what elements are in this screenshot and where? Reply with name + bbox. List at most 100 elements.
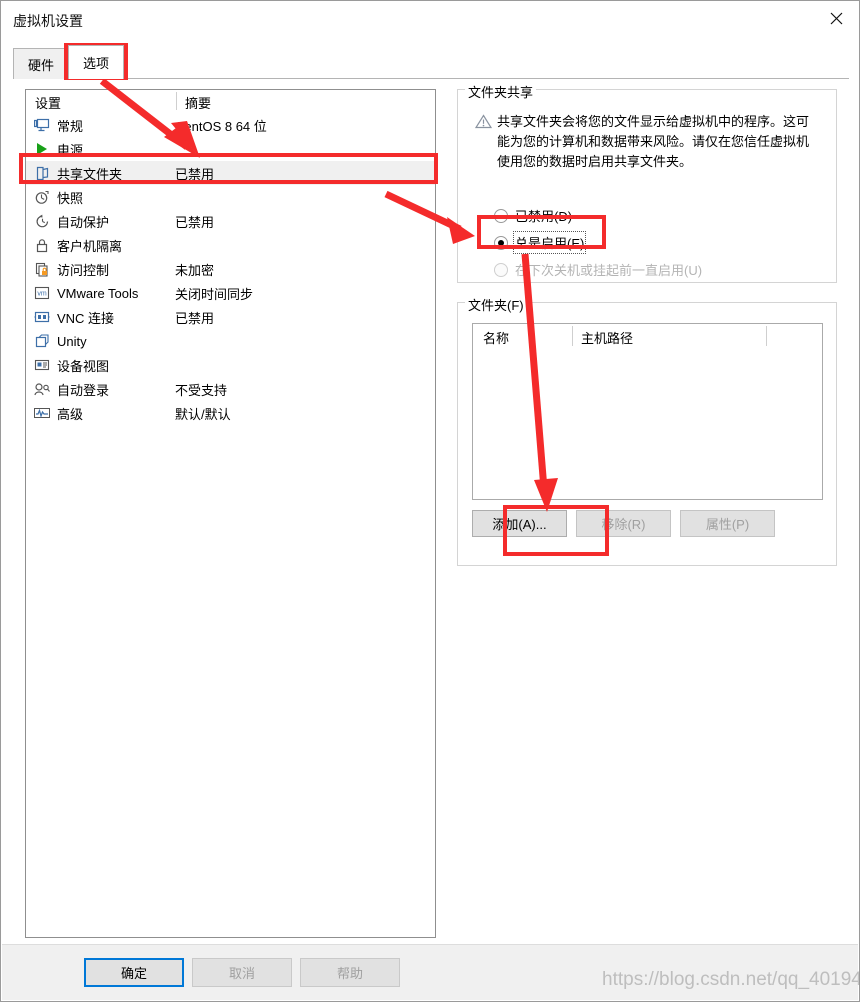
cancel-button-label: 取消 (228, 966, 255, 981)
list-item[interactable]: 设备视图 (26, 353, 435, 377)
radio-sharing-until-shutdown: 在下次关机或挂起前一直启用(U) (494, 260, 702, 279)
list-item-label: 共享文件夹 (57, 166, 123, 182)
tab-hardware-label: 硬件 (28, 57, 55, 73)
help-button[interactable]: 帮助 (300, 958, 400, 987)
vmware-tools-icon: vm (33, 284, 51, 302)
list-item[interactable]: 自动保护 已禁用 (26, 209, 435, 233)
remove-folder-button-label: 移除(R) (601, 517, 646, 532)
list-item-summary: 关闭时间同步 (175, 286, 254, 302)
settings-list[interactable]: 设置 摘要 常规 CentOS 8 64 位 电源 共享文件夹 已禁用 快照 自… (25, 89, 436, 938)
tab-options-label: 选项 (83, 56, 110, 71)
radio-label: 已禁用(D) (515, 209, 573, 224)
ok-button[interactable]: 确定 (84, 958, 184, 987)
list-item-label: VNC 连接 (57, 310, 115, 326)
ok-button-label: 确定 (120, 966, 147, 981)
list-item-label: VMware Tools (57, 285, 139, 301)
column-header-name: 设置 (35, 96, 62, 111)
list-item-label: Unity (57, 333, 87, 349)
snapshot-icon (33, 188, 51, 206)
svg-text:vm: vm (37, 291, 47, 298)
radio-indicator (494, 262, 508, 277)
list-item[interactable]: Unity (26, 329, 435, 353)
folders-button-row: 添加(A)... 移除(R) 属性(P) (472, 510, 823, 537)
radio-sharing-always-enabled[interactable]: 总是启用(E) (494, 231, 587, 254)
advanced-icon (33, 404, 51, 422)
unity-icon (33, 332, 51, 350)
list-item-shared-folders[interactable]: 共享文件夹 已禁用 (26, 161, 435, 185)
list-item[interactable]: vm VMware Tools 关闭时间同步 (26, 281, 435, 305)
list-item-summary: 不受支持 (175, 382, 228, 398)
lock-icon (33, 236, 51, 254)
folders-table-header: 名称 主机路径 (473, 324, 822, 348)
list-item[interactable]: 自动登录 不受支持 (26, 377, 435, 401)
help-button-label: 帮助 (336, 966, 363, 981)
add-folder-button-label: 添加(A)... (492, 517, 547, 532)
column-divider[interactable] (572, 326, 573, 346)
tab-hardware[interactable]: 硬件 (13, 48, 70, 79)
dialog-footer: 确定 取消 帮助 (2, 944, 858, 1000)
folders-group-title: 文件夹(F) (465, 295, 527, 314)
cancel-button[interactable]: 取消 (192, 958, 292, 987)
list-item[interactable]: 高级 默认/默认 (26, 401, 435, 425)
tab-options[interactable]: 选项 (68, 45, 125, 79)
list-item-summary: 默认/默认 (175, 406, 231, 422)
list-item-label: 设备视图 (57, 358, 110, 374)
list-item-label: 自动登录 (57, 382, 110, 398)
column-divider[interactable] (766, 326, 767, 346)
list-item-label: 电源 (57, 142, 84, 158)
list-item[interactable]: 快照 (26, 185, 435, 209)
radio-sharing-disabled[interactable]: 已禁用(D) (494, 206, 572, 225)
tab-strip: 硬件 选项 (13, 44, 849, 80)
list-item-summary: 已禁用 (175, 214, 215, 230)
close-icon[interactable] (813, 1, 859, 35)
access-control-icon (33, 260, 51, 278)
folder-properties-button: 属性(P) (680, 510, 775, 537)
folder-sharing-group-title: 文件夹共享 (465, 82, 537, 101)
device-view-icon (33, 356, 51, 374)
folders-group: 文件夹(F) 名称 主机路径 添加(A)... 移除(R) 属性(P) (457, 295, 837, 566)
monitor-icon (33, 116, 51, 134)
title-bar: 虚拟机设置 (1, 1, 859, 37)
list-item[interactable]: 电源 (26, 137, 435, 161)
list-item-label: 快照 (57, 190, 84, 206)
shared-folder-icon (33, 164, 51, 182)
sharing-warning: 共享文件夹会将您的文件显示给虚拟机中的程序。这可能为您的计算机和数据带来风险。请… (474, 112, 820, 172)
list-item-label: 高级 (57, 406, 84, 422)
folders-column-name: 名称 (483, 331, 510, 346)
folder-properties-button-label: 属性(P) (705, 517, 750, 532)
list-item[interactable]: VNC 连接 已禁用 (26, 305, 435, 329)
list-item-label: 客户机隔离 (57, 238, 123, 254)
folders-table[interactable]: 名称 主机路径 (472, 323, 823, 500)
warning-triangle-icon (474, 112, 497, 172)
vm-settings-dialog: 虚拟机设置 硬件 选项 设置 摘要 常规 CentOS 8 64 位 电源 共享… (0, 0, 860, 1002)
list-item-summary: 未加密 (175, 262, 215, 278)
radio-indicator (494, 208, 508, 223)
column-divider (176, 92, 177, 110)
page-title: 虚拟机设置 (13, 13, 83, 29)
autoprotect-clock-icon (33, 212, 51, 230)
tab-underline (13, 78, 849, 79)
radio-indicator (494, 235, 508, 250)
vnc-icon (33, 308, 51, 326)
list-item-label: 访问控制 (57, 262, 110, 278)
auto-login-icon (33, 380, 51, 398)
folders-column-host-path: 主机路径 (581, 331, 634, 346)
power-play-icon (33, 140, 51, 158)
remove-folder-button: 移除(R) (576, 510, 671, 537)
list-item-label: 自动保护 (57, 214, 110, 230)
sharing-warning-text: 共享文件夹会将您的文件显示给虚拟机中的程序。这可能为您的计算机和数据带来风险。请… (497, 114, 810, 169)
settings-list-header: 设置 摘要 (26, 90, 435, 113)
add-folder-button[interactable]: 添加(A)... (472, 510, 567, 537)
list-item[interactable]: 常规 CentOS 8 64 位 (26, 113, 435, 137)
list-item-summary: CentOS 8 64 位 (175, 118, 267, 134)
radio-label: 在下次关机或挂起前一直启用(U) (515, 263, 703, 278)
list-item-summary: 已禁用 (175, 166, 215, 182)
list-item-summary: 已禁用 (175, 310, 215, 326)
column-header-summary: 摘要 (185, 96, 212, 111)
radio-label: 总是启用(E) (512, 231, 587, 254)
options-panel: 文件夹共享 共享文件夹会将您的文件显示给虚拟机中的程序。这可能为您的计算机和数据… (457, 82, 837, 566)
list-item-label: 常规 (57, 118, 84, 134)
list-item[interactable]: 访问控制 未加密 (26, 257, 435, 281)
folder-sharing-group: 文件夹共享 共享文件夹会将您的文件显示给虚拟机中的程序。这可能为您的计算机和数据… (457, 82, 837, 283)
list-item[interactable]: 客户机隔离 (26, 233, 435, 257)
